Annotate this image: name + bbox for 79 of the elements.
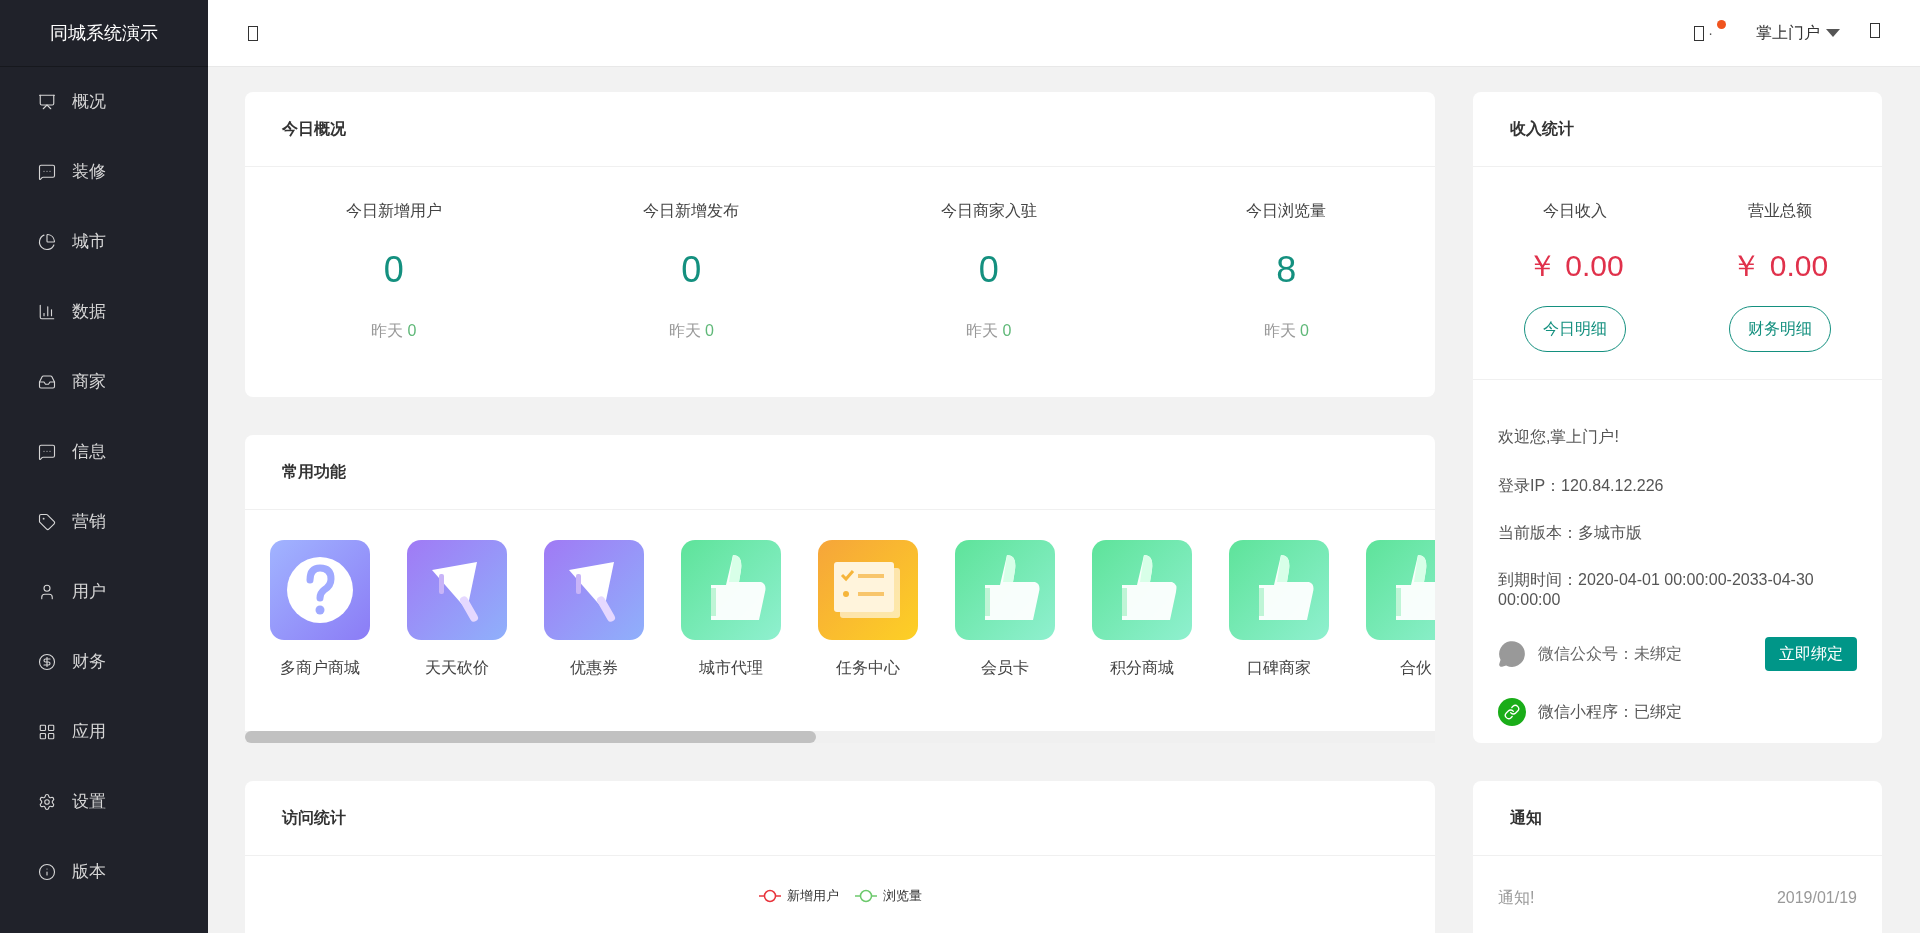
tray-icon xyxy=(38,373,56,391)
info-text: 登录IP：120.84.12.226 xyxy=(1498,476,1665,496)
function-label[interactable]: 合伙 xyxy=(1400,656,1432,680)
info-icon xyxy=(38,863,56,881)
bind-button[interactable]: 立即绑定 xyxy=(1765,637,1857,671)
user-menu[interactable]: 掌上门户 xyxy=(1756,21,1840,45)
sidebar-item[interactable]: 版本 xyxy=(0,837,208,907)
yesterday-stat: 昨天 0 xyxy=(371,321,417,341)
sidebar-item[interactable]: 财务 xyxy=(0,627,208,697)
tag-icon xyxy=(38,513,56,531)
sidebar-item[interactable]: 商家 xyxy=(0,347,208,417)
separator-dot: · xyxy=(1708,23,1713,43)
stat-label: 今日新增用户 xyxy=(345,201,442,221)
function-label[interactable]: 会员卡 xyxy=(981,656,1029,680)
income-value: ￥ 0.00 xyxy=(1526,248,1624,284)
stat-label: 营业总额 xyxy=(1747,201,1812,221)
sidebar-item[interactable]: 应用 xyxy=(0,697,208,767)
stat-value: 0 xyxy=(681,248,702,292)
notification-icon[interactable] xyxy=(1694,25,1705,41)
welcome-text: 欢迎您,掌上门户! xyxy=(1498,427,1620,447)
sidebar-item[interactable]: 概况 xyxy=(0,67,208,137)
stat-label: 今日收入 xyxy=(1543,201,1608,221)
settings-icon xyxy=(38,793,56,811)
sidebar-item[interactable]: 用户 xyxy=(0,557,208,627)
function-label[interactable]: 多商户商城 xyxy=(280,656,360,680)
fullscreen-icon[interactable] xyxy=(1870,23,1880,38)
caret-icon xyxy=(1826,29,1840,37)
card-title: 今日概况 xyxy=(282,119,346,139)
binding-status: 微信公众号：未绑定 xyxy=(1538,644,1682,664)
function-label[interactable]: 天天砍价 xyxy=(425,656,489,680)
thumbs-up-icon[interactable] xyxy=(1229,540,1329,640)
checklist-icon[interactable] xyxy=(818,540,918,640)
thumbs-up-icon[interactable] xyxy=(1092,540,1192,640)
card-title: 收入统计 xyxy=(1510,119,1574,139)
function-label[interactable]: 城市代理 xyxy=(699,656,763,680)
question-icon[interactable] xyxy=(270,540,370,640)
function-label[interactable]: 积分商城 xyxy=(1110,656,1174,680)
binding-status: 微信小程序：已绑定 xyxy=(1538,702,1682,722)
notice-date: 2019/01/19 xyxy=(1776,888,1857,908)
card-title: 常用功能 xyxy=(282,462,346,482)
stat-value: 0 xyxy=(383,248,404,292)
sidebar-item[interactable]: 营销 xyxy=(0,487,208,557)
sidebar-item[interactable]: 数据 xyxy=(0,277,208,347)
menu-toggle-icon[interactable] xyxy=(248,25,258,41)
yesterday-stat: 昨天 0 xyxy=(1263,321,1309,341)
sidebar-item[interactable]: 城市 xyxy=(0,207,208,277)
stat-value: 0 xyxy=(978,248,999,292)
sidebar-item[interactable]: 设置 xyxy=(0,767,208,837)
stat-label: 今日商家入驻 xyxy=(940,201,1037,221)
info-text: 到期时间：2020-04-01 00:00:00-2033-04-30 00:00:00 xyxy=(1498,570,1815,610)
card-title: 访问统计 xyxy=(282,808,346,828)
app-title: 同城系统演示 xyxy=(50,21,158,45)
chat-bubble-icon xyxy=(38,163,56,181)
stat-value: 8 xyxy=(1276,248,1297,292)
info-text: 当前版本：多城市版 xyxy=(1498,523,1643,543)
bar-chart-icon xyxy=(38,303,56,321)
link-icon xyxy=(1498,698,1526,726)
thumbs-up-icon[interactable] xyxy=(955,540,1055,640)
grid-icon xyxy=(38,723,56,741)
screen-icon xyxy=(38,93,56,111)
wechat-icon xyxy=(1498,640,1526,668)
function-label[interactable]: 优惠券 xyxy=(570,656,618,680)
pie-chart-icon xyxy=(38,233,56,251)
user-icon xyxy=(38,583,56,601)
sidebar-item[interactable]: 信息 xyxy=(0,417,208,487)
income-value: ￥ 0.00 xyxy=(1731,248,1829,284)
scrollbar-thumb[interactable] xyxy=(245,731,817,743)
chat-bubble-icon xyxy=(38,443,56,461)
function-label[interactable]: 任务中心 xyxy=(836,656,900,680)
yesterday-stat: 昨天 0 xyxy=(668,321,714,341)
legend-label: 新增用户 xyxy=(786,887,839,905)
yesterday-stat: 昨天 0 xyxy=(966,321,1012,341)
legend-label: 浏览量 xyxy=(882,887,922,905)
function-label[interactable]: 口碑商家 xyxy=(1247,656,1311,680)
sidebar-item[interactable]: 装修 xyxy=(0,137,208,207)
thumbs-up-icon[interactable] xyxy=(681,540,781,640)
stat-label: 今日新增发布 xyxy=(643,201,740,221)
stat-label: 今日浏览量 xyxy=(1246,201,1327,221)
card-title: 通知 xyxy=(1510,808,1542,828)
